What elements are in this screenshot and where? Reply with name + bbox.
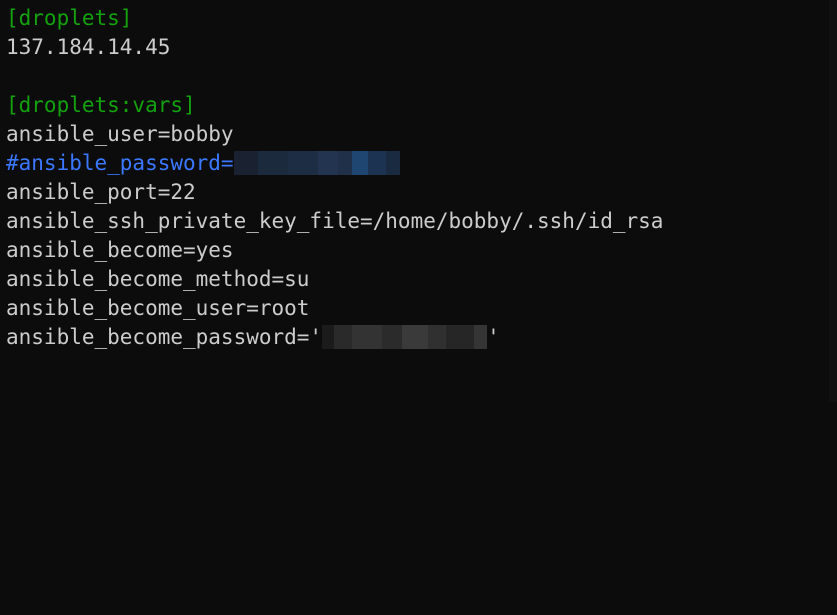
redacted-become-password-value	[322, 324, 488, 349]
scrollbar-track[interactable]	[829, 0, 837, 402]
become-password-key: ansible_become_password='	[6, 325, 323, 349]
config-line-become-password: ansible_become_password=' '	[6, 323, 837, 352]
section-header-droplets-vars: [droplets:vars]	[6, 93, 196, 117]
commented-password-key: #ansible_password=	[6, 151, 234, 175]
config-line-ansible-password: #ansible_password=	[6, 149, 837, 178]
section-header-droplets: [droplets]	[6, 6, 133, 30]
terminal-window[interactable]: [droplets] 137.184.14.45 [droplets:vars]…	[0, 0, 837, 402]
config-line-private-key-file: ansible_ssh_private_key_file=/home/bobby…	[6, 209, 664, 233]
config-line-become-method: ansible_become_method=su	[6, 267, 310, 291]
redacted-password-value	[233, 150, 400, 175]
config-line-ansible-port: ansible_port=22	[6, 180, 196, 204]
config-line-ansible-become: ansible_become=yes	[6, 238, 234, 262]
become-password-closing-quote: '	[487, 325, 500, 349]
config-line-become-user: ansible_become_user=root	[6, 296, 310, 320]
host-address: 137.184.14.45	[6, 35, 171, 59]
config-line-ansible-user: ansible_user=bobby	[6, 122, 234, 146]
